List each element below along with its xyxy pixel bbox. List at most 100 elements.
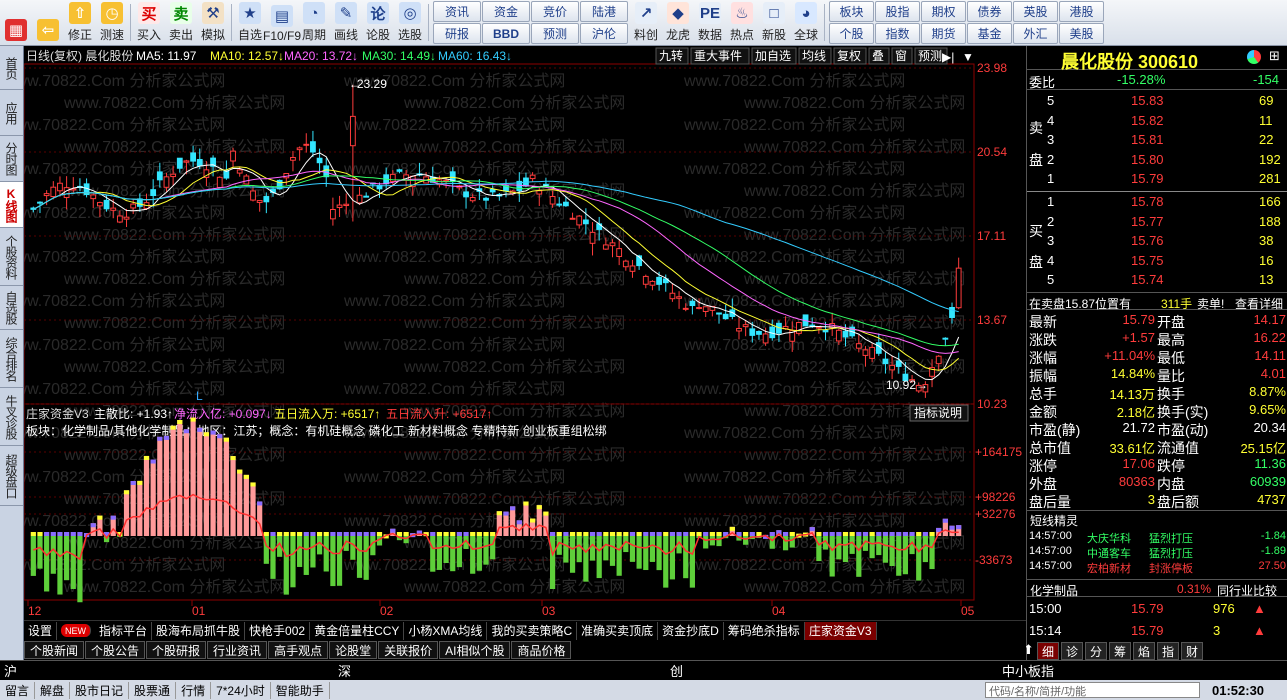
- indicator-tab[interactable]: 我的买卖策略C: [487, 621, 578, 640]
- info-tab[interactable]: 高手观点: [268, 641, 329, 659]
- left-tab[interactable]: 个股资料: [0, 228, 23, 286]
- toolbar-hot-button[interactable]: ♨ 热点: [726, 0, 758, 45]
- expand-icon[interactable]: ▶|: [942, 50, 954, 64]
- toolbar-up-arrow-button[interactable]: ⇧ 修正: [64, 0, 96, 45]
- toolbar-target-button[interactable]: ◎ 选股: [394, 0, 426, 45]
- status-link[interactable]: 股票通: [129, 681, 177, 699]
- notice-detail-link[interactable]: 查看详细: [1235, 295, 1283, 312]
- indicator-tab[interactable]: NEW: [61, 624, 92, 637]
- left-tab[interactable]: K线图: [0, 182, 23, 228]
- info-tab[interactable]: 个股研报: [146, 641, 207, 659]
- right-tab[interactable]: 诊: [1061, 642, 1083, 660]
- toolbar-sell-button[interactable]: 卖卖出: [165, 0, 197, 45]
- toolbar-chat-button[interactable]: 论论股: [362, 0, 394, 45]
- market-button[interactable]: 英股: [1013, 1, 1058, 22]
- kline-chart-area[interactable]: www.70822.Com 分析家公式网 www.70822.Com 分析家公式网…: [24, 46, 1026, 620]
- toolbar-clock-button[interactable]: ◔ 周期: [298, 0, 330, 45]
- kline-chart-svg[interactable]: www.70822.Com 分析家公式网 www.70822.Com 分析家公式网…: [24, 46, 1026, 620]
- indicator-tab[interactable]: 快枪手002: [245, 621, 311, 640]
- market-button[interactable]: 板块: [829, 1, 874, 22]
- indicator-tab[interactable]: 黄金倍量柱CCY: [310, 621, 405, 640]
- toolbar-hammer-button[interactable]: ⚒ 模拟: [197, 0, 229, 45]
- short-name[interactable]: 大庆华科: [1087, 530, 1131, 546]
- indicator-tab[interactable]: 庄家资金V3: [804, 621, 877, 640]
- toolbar-f10-button[interactable]: ▤ F10/F9: [263, 0, 301, 45]
- index-label[interactable]: 深: [338, 661, 351, 680]
- grid-button[interactable]: BBD: [482, 23, 530, 44]
- toolbar-star-button[interactable]: ★ 自选: [234, 0, 266, 45]
- status-link[interactable]: 行情: [176, 681, 212, 699]
- status-link[interactable]: 智能助手: [271, 681, 330, 699]
- toolbar-back-arrow-button[interactable]: ⇦: [32, 0, 64, 45]
- market-button[interactable]: 指数: [875, 23, 920, 44]
- indicator-tab[interactable]: 小杨XMA均线: [404, 621, 488, 640]
- info-tab[interactable]: 个股公告: [85, 641, 146, 659]
- indicator-tab[interactable]: 设置: [24, 621, 58, 640]
- toolbar-dragon-button[interactable]: ◆ 龙虎: [662, 0, 694, 45]
- market-button[interactable]: 外汇: [1013, 23, 1058, 44]
- indicator-tab[interactable]: 指标平台: [95, 621, 153, 640]
- grid-button[interactable]: 资金: [482, 1, 530, 22]
- left-tab[interactable]: 超级盘口: [0, 446, 23, 506]
- short-name[interactable]: 中通客车: [1087, 545, 1131, 561]
- left-tab[interactable]: 综合排名: [0, 330, 23, 388]
- watermark-text: www.70822.Com 分析家公式网: [63, 358, 285, 376]
- right-tab[interactable]: 财: [1181, 642, 1203, 660]
- market-button[interactable]: 期权: [921, 1, 966, 22]
- sector-compare-link[interactable]: 同行业比较: [1217, 582, 1277, 599]
- status-link[interactable]: 股市日记: [70, 681, 130, 699]
- toolbar-pen-button[interactable]: ✎ 画线: [330, 0, 362, 45]
- info-tab[interactable]: 论股堂: [329, 641, 378, 659]
- indicator-tab[interactable]: 筹码绝杀指标: [724, 621, 805, 640]
- grid-button[interactable]: 沪伦: [580, 23, 628, 44]
- pie-icon[interactable]: [1247, 50, 1261, 64]
- index-label[interactable]: 沪: [4, 661, 17, 680]
- market-button[interactable]: 美股: [1059, 23, 1104, 44]
- market-button[interactable]: 个股: [829, 23, 874, 44]
- market-button[interactable]: 期货: [921, 23, 966, 44]
- market-button[interactable]: 债券: [967, 1, 1012, 22]
- right-tab[interactable]: 分: [1085, 642, 1107, 660]
- left-tab[interactable]: 自选股: [0, 286, 23, 330]
- left-tab[interactable]: 分时图: [0, 136, 23, 182]
- toolbar-chart-button[interactable]: ↗ 料创: [630, 0, 662, 45]
- indicator-tab[interactable]: 准确买卖顶底: [577, 621, 659, 640]
- toolbar-globe-button[interactable]: ◕ 全球: [790, 0, 822, 45]
- indicator-tab[interactable]: 股海布局抓牛股: [152, 621, 246, 640]
- dropdown-icon[interactable]: ▼: [962, 50, 974, 64]
- left-tab[interactable]: 首页: [0, 46, 23, 90]
- grid-button[interactable]: 陆港: [580, 1, 628, 22]
- info-tab[interactable]: 商品价格: [511, 641, 572, 659]
- right-tab[interactable]: 指: [1157, 642, 1179, 660]
- market-button[interactable]: 基金: [967, 23, 1012, 44]
- right-tab[interactable]: 筹: [1109, 642, 1131, 660]
- status-link[interactable]: 解盘: [35, 681, 71, 699]
- left-tab[interactable]: 牛叉诊股: [0, 388, 23, 446]
- right-tab[interactable]: 细: [1037, 642, 1059, 660]
- info-tab[interactable]: 关联报价: [378, 641, 439, 659]
- index-label[interactable]: 创: [670, 661, 683, 680]
- toolbar-buy-button[interactable]: 买买入: [133, 0, 165, 45]
- toolbar-grid-button[interactable]: ▦: [0, 0, 32, 45]
- search-input[interactable]: 代码/名称/简拼/功能: [985, 682, 1200, 698]
- grid-button[interactable]: 资讯: [433, 1, 481, 22]
- status-link[interactable]: 留言: [0, 681, 36, 699]
- toolbar-pe-button[interactable]: PE 数据: [694, 0, 726, 45]
- market-button[interactable]: 港股: [1059, 1, 1104, 22]
- right-tab[interactable]: 焰: [1133, 642, 1155, 660]
- grid-button[interactable]: 竞价: [531, 1, 579, 22]
- market-button[interactable]: 股指: [875, 1, 920, 22]
- grid-button[interactable]: 研报: [433, 23, 481, 44]
- toolbar-ipo-button[interactable]: □ 新股: [758, 0, 790, 45]
- grid-button[interactable]: 预测: [531, 23, 579, 44]
- toolbar-stopwatch-button[interactable]: ◷ 测速: [96, 0, 128, 45]
- info-tab[interactable]: AI相似个股: [439, 641, 511, 659]
- left-tab[interactable]: 应用: [0, 90, 23, 136]
- short-name[interactable]: 宏柏新材: [1087, 560, 1131, 576]
- info-tab[interactable]: 行业资讯: [207, 641, 268, 659]
- status-link[interactable]: 7*24小时: [211, 681, 271, 699]
- info-tab[interactable]: 个股新闻: [24, 641, 85, 659]
- indicator-tab[interactable]: 资金抄底D: [658, 621, 724, 640]
- small-board-label[interactable]: 中小板指: [1002, 661, 1054, 680]
- expand-icon[interactable]: ⊞: [1269, 48, 1280, 64]
